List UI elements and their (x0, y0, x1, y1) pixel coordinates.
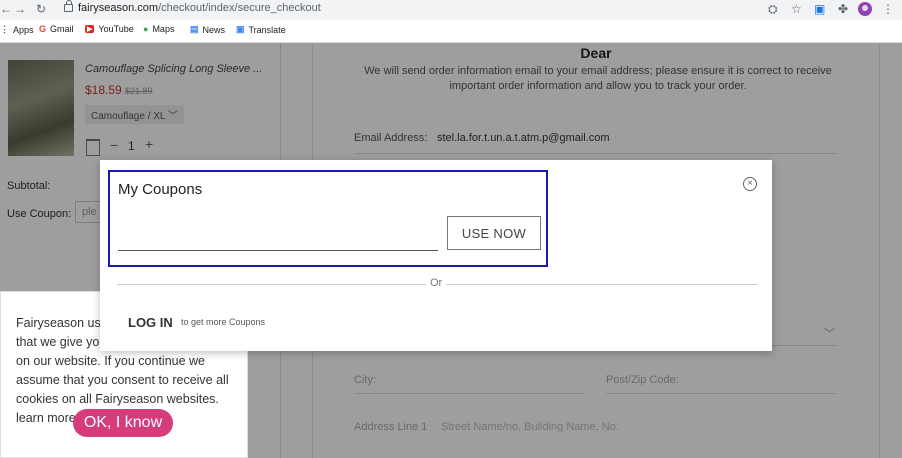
youtube-icon: ▶ (85, 25, 95, 33)
translate-icon: ▣ (236, 24, 245, 34)
cookie-accept-button[interactable]: OK, I know (73, 409, 173, 437)
bookmark-news[interactable]: ▤ News (190, 24, 225, 35)
back-arrow-icon[interactable]: ← (0, 2, 12, 16)
coupon-section: My Coupons USE NOW (108, 170, 548, 267)
bookmark-label: Maps (152, 24, 175, 34)
modal-title: My Coupons (118, 181, 203, 198)
menu-dots-icon[interactable]: ⋮ (882, 2, 894, 16)
gmail-icon: G (39, 24, 47, 34)
use-now-button[interactable]: USE NOW (447, 216, 541, 250)
bookmark-maps[interactable]: ● Maps (143, 24, 174, 34)
bookmarks-bar: ⋮ Apps G Gmail ▶ YouTube ● Maps ▤ News ▣ Trans… (0, 20, 902, 43)
bookmark-apps[interactable]: ⋮ Apps (0, 24, 34, 35)
bookmark-youtube[interactable]: ▶ YouTube (85, 24, 134, 34)
forward-arrow-icon[interactable]: → (14, 2, 26, 16)
maps-icon: ● (143, 24, 149, 34)
lock-icon (64, 0, 73, 12)
bookmark-label: News (202, 24, 226, 35)
or-separator: Or (426, 277, 447, 289)
bookmark-label: Gmail (50, 24, 74, 34)
puzzle-icon[interactable]: ✤ (838, 2, 848, 16)
news-icon: ▤ (190, 24, 199, 34)
url-domain: fairyseason.com (78, 2, 159, 14)
bookmark-gmail[interactable]: G Gmail (39, 24, 74, 34)
address-bar[interactable]: fairyseason.com/checkout/index/secure_ch… (78, 2, 321, 14)
apps-icon: ⋮ (0, 24, 9, 34)
coupon-modal: × My Coupons USE NOW Or LOG IN to get mo… (100, 160, 772, 351)
bookmark-label: Translate (248, 24, 286, 35)
url-path: /checkout/index/secure_checkout (158, 2, 321, 14)
reload-icon[interactable]: ↻ (36, 2, 46, 16)
bookmark-label: Apps (13, 24, 34, 35)
browser-toolbar: ← → ↻ fairyseason.com/checkout/index/sec… (0, 0, 902, 20)
profile-avatar[interactable] (858, 2, 872, 16)
translate-extension-icon[interactable]: ▣ (814, 2, 825, 16)
extension-icon[interactable]: ⛭ (768, 2, 778, 17)
coupon-code-input[interactable] (118, 220, 438, 251)
star-icon[interactable]: ☆ (791, 2, 802, 16)
bookmark-label: YouTube (98, 24, 134, 34)
login-hint: to get more Coupons (181, 317, 266, 327)
login-link[interactable]: LOG IN (128, 315, 173, 330)
close-icon[interactable]: × (743, 177, 757, 191)
bookmark-translate[interactable]: ▣ Translate (236, 24, 286, 35)
